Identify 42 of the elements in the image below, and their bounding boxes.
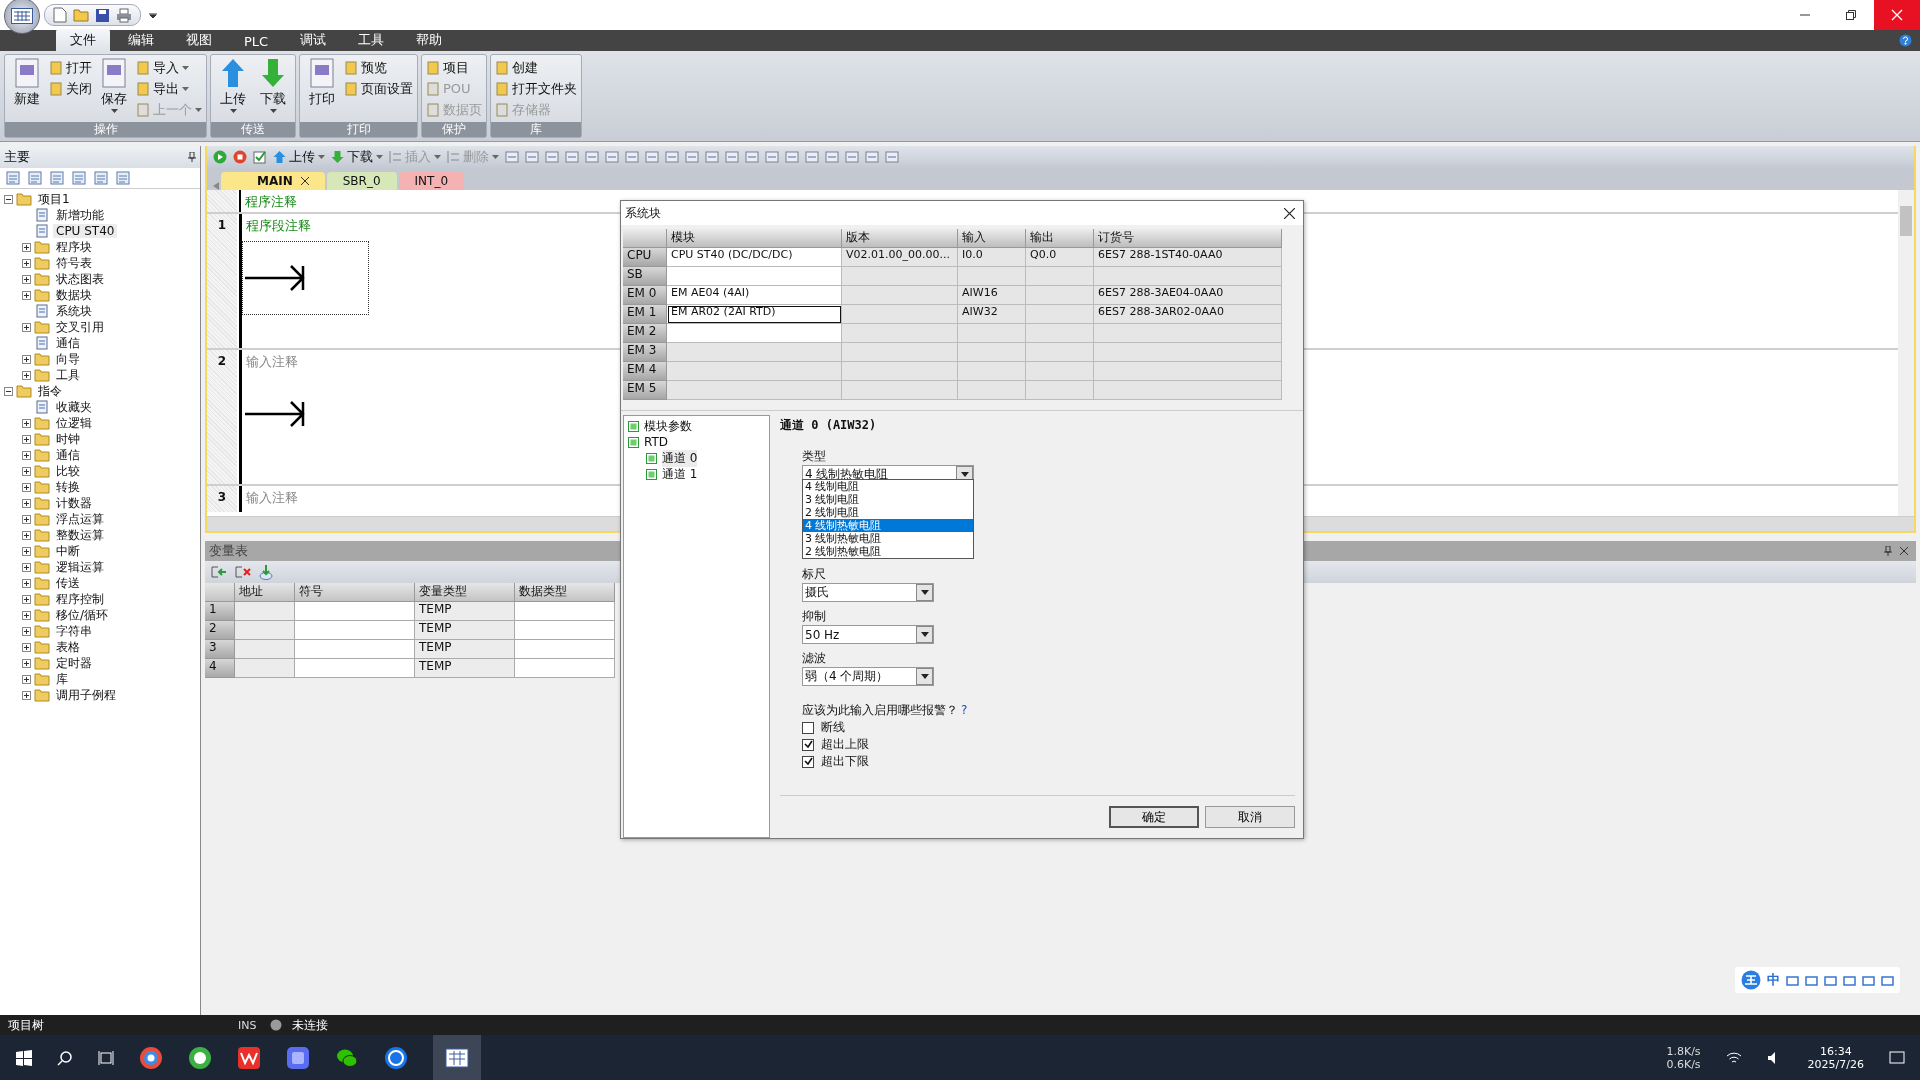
slot-label: EM 3 [623, 343, 667, 362]
field-label: 抑制 [802, 608, 827, 625]
connection-status: 未连接 [292, 1016, 329, 1034]
row-number: 1 [205, 602, 235, 621]
group-label: 传送 [211, 122, 295, 137]
slot-label: EM 5 [623, 381, 667, 400]
network-number: 1 [217, 218, 227, 232]
table-cell: 6ES7 288-3AR02-0AA0 [1094, 305, 1282, 324]
group-label: 库 [491, 122, 581, 137]
row-number: 4 [205, 659, 235, 678]
alarm-question: 应该为此输入启用哪些报警？ [802, 703, 958, 717]
slot-label: EM 0 [623, 286, 667, 305]
table-cell: 6ES7 288-1ST40-0AA0 [1094, 248, 1282, 267]
network-number: 2 [217, 354, 227, 368]
field-label: 滤波 [802, 650, 827, 667]
status-text: INS [238, 1018, 258, 1032]
table-cell: 6ES7 288-3AE04-0AA0 [1094, 286, 1282, 305]
slot-label: EM 2 [623, 324, 667, 343]
field-label: 标尺 [802, 566, 827, 583]
table-cell: I0.0 [958, 248, 1026, 267]
status-text: 项目树 [7, 1016, 45, 1034]
panel-title: 变量表 [209, 542, 248, 560]
row-number: 3 [205, 640, 235, 659]
row-number: 2 [205, 621, 235, 640]
group-label: 打印 [300, 122, 417, 137]
dialog-title: 系统块 [625, 204, 661, 222]
panel-title: 主要 [4, 148, 30, 166]
table-cell: V02.01.00_00.00... [842, 248, 958, 267]
table-cell: Q0.0 [1026, 248, 1094, 267]
table-cell: AIW32 [958, 305, 1026, 324]
group-label: 保护 [422, 122, 486, 137]
network-speed: 1.8K/s [1666, 1044, 1701, 1058]
network-speed: 0.6K/s [1666, 1057, 1701, 1071]
slot-label: EM 1 [623, 305, 667, 324]
group-label: 操作 [5, 122, 206, 137]
field-label: 类型 [802, 448, 827, 465]
slot-label: SB [623, 267, 667, 286]
network-number: 3 [217, 490, 227, 504]
slot-label: CPU [623, 248, 667, 267]
channel-heading: 通道 0 (AIW32) [780, 417, 878, 434]
table-cell: AIW16 [958, 286, 1026, 305]
slot-label: EM 4 [623, 362, 667, 381]
